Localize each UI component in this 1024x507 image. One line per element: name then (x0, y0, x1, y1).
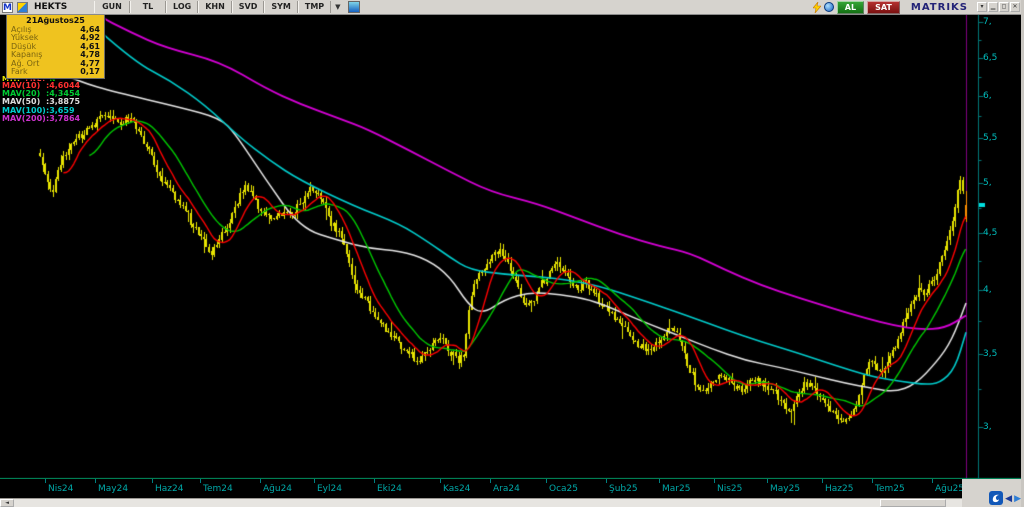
scrollbar-thumb[interactable] (880, 499, 946, 507)
toolbar-button-tmp[interactable]: TMP (298, 1, 331, 13)
toolbar-button-log[interactable]: LOG (166, 1, 198, 13)
x-tick-label: Tem25 (875, 484, 905, 494)
x-tick-label: Nis24 (48, 484, 73, 494)
x-tick-label: May24 (98, 484, 128, 494)
x-axis-bar: Nis24 May24 Haz24 Tem24 Ağu24 Eyl24 Eki24 Kas24… (0, 479, 962, 498)
x-tick-label: Kas24 (443, 484, 470, 494)
x-tick (260, 479, 261, 483)
minimize-button[interactable]: ▁ (988, 2, 998, 12)
indicator-icon[interactable] (348, 1, 360, 13)
x-tick (200, 479, 201, 483)
x-tick (932, 479, 933, 483)
x-tick (546, 479, 547, 483)
symbol-field[interactable]: HEKTS (34, 2, 86, 12)
matriks-chart-window: M HEKTS GUNTLLOGKHNSVDSYMTMP ▼ AL SAT MA… (0, 0, 1024, 507)
y-tick-label: 6,5 (983, 53, 997, 63)
y-tick-label: 5,5 (983, 133, 997, 143)
x-tick (95, 479, 96, 483)
window-controls: ▾▁◻✕ (977, 2, 1020, 12)
y-tick-label: 6, (983, 91, 992, 101)
y-tick-label: 4, (983, 285, 992, 295)
toolbar-button-sym[interactable]: SYM (264, 1, 298, 13)
x-tick (606, 479, 607, 483)
restore-button[interactable]: ◻ (999, 2, 1009, 12)
x-tick (490, 479, 491, 483)
x-tick-label: Ağu25 (935, 484, 964, 494)
x-tick (714, 479, 715, 483)
bottom-right-corner: ◀ ▶ (962, 479, 1024, 507)
x-tick (872, 479, 873, 483)
x-tick (314, 479, 315, 483)
toolbar-button-khn[interactable]: KHN (198, 1, 232, 13)
x-tick (152, 479, 153, 483)
toolbar: M HEKTS GUNTLLOGKHNSVDSYMTMP ▼ AL SAT MA… (0, 0, 1024, 15)
x-tick (767, 479, 768, 483)
nav-next-icon[interactable]: ▶ (1014, 494, 1021, 505)
change-label: Fark (11, 68, 28, 76)
matriks-m-icon[interactable]: M (2, 2, 13, 13)
x-tick (659, 479, 660, 483)
lightning-icon[interactable] (813, 2, 821, 13)
x-tick-label: Eyl24 (317, 484, 342, 494)
matriks-swirl-icon[interactable] (989, 491, 1003, 505)
toolbar-button-tl[interactable]: TL (130, 1, 166, 13)
chart-type-icon[interactable] (17, 2, 28, 13)
x-tick-label: Şub25 (609, 484, 638, 494)
y-tick-label: 5, (983, 178, 992, 188)
x-tick-label: Mar25 (662, 484, 690, 494)
globe-icon[interactable] (824, 2, 834, 12)
y-tick-label: 7, (983, 17, 992, 27)
mav-legend: MAV(10):4,6044 MAV(20):4,3454 MAV(50):3,… (2, 82, 80, 123)
x-tick-label: Ağu24 (263, 484, 292, 494)
x-tick-label: Nis25 (717, 484, 742, 494)
y-tick-label: 4,5 (983, 228, 997, 238)
scroll-left-button[interactable]: ◄ (0, 499, 14, 507)
caret-icon[interactable]: ▾ (977, 2, 987, 12)
quote-tooltip: 21Ağustos25 Açılış4,64 Yüksek4,92 Düşük4… (6, 14, 105, 79)
x-tick-label: Ara24 (493, 484, 520, 494)
x-tick-label: Tem24 (203, 484, 233, 494)
x-tick (45, 479, 46, 483)
buy-button[interactable]: AL (837, 1, 864, 14)
x-tick (440, 479, 441, 483)
x-tick (822, 479, 823, 483)
toolbar-right: AL SAT MATRIKS ▾▁◻✕ (813, 1, 1024, 14)
x-tick-label: Eki24 (377, 484, 402, 494)
change-value: 0,17 (80, 68, 100, 76)
nav-prev-icon[interactable]: ◀ (1005, 494, 1012, 505)
x-tick-label: May25 (770, 484, 800, 494)
x-tick-label: Oca25 (549, 484, 578, 494)
chevron-down-icon[interactable]: ▼ (331, 3, 344, 11)
x-tick (374, 479, 375, 483)
toolbar-buttons: GUNTLLOGKHNSVDSYMTMP (94, 1, 331, 13)
price-chart[interactable] (0, 0, 1024, 507)
x-tick-label: Haz24 (155, 484, 183, 494)
toolbar-button-svd[interactable]: SVD (232, 1, 265, 13)
close-button[interactable]: ✕ (1010, 2, 1020, 12)
y-tick-label: 3, (983, 422, 992, 432)
mav200-row: MAV(200):3,7864 (2, 115, 80, 123)
sell-button[interactable]: SAT (867, 1, 900, 14)
y-tick-label: 3,5 (983, 349, 997, 359)
x-tick-label: Haz25 (825, 484, 853, 494)
horizontal-scrollbar[interactable]: ◄ (0, 498, 962, 507)
toolbar-button-gun[interactable]: GUN (94, 1, 130, 13)
matriks-logo: MATRIKS (911, 2, 968, 13)
